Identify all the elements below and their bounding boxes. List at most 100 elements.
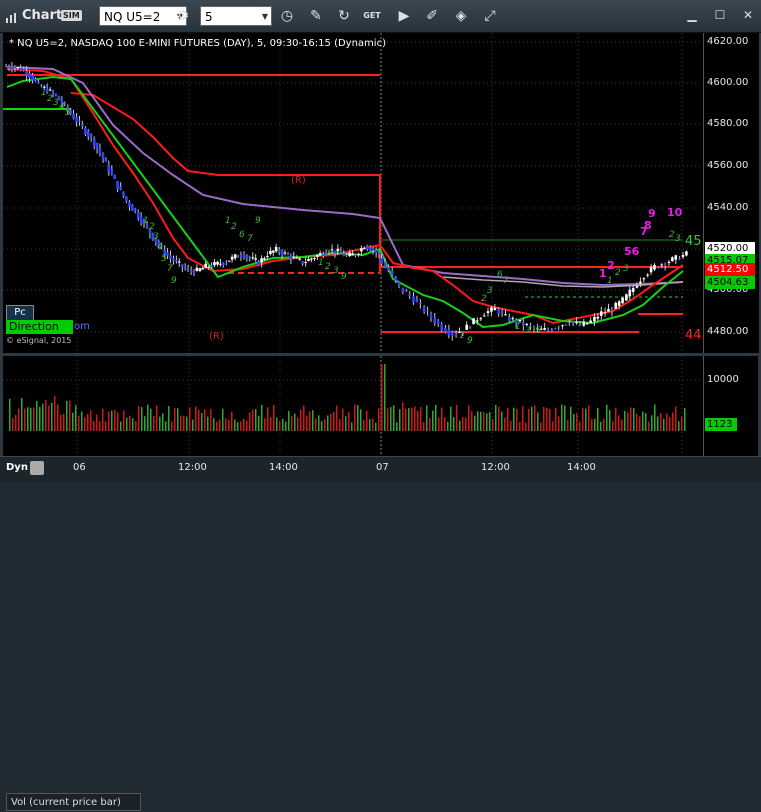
candle-body	[274, 246, 278, 252]
candle-body	[233, 254, 237, 259]
maximize-icon[interactable]: ☐	[711, 6, 729, 24]
time-tick-label: 14:00	[269, 462, 298, 473]
candle-body	[377, 252, 381, 255]
volume-bar	[453, 417, 455, 431]
candle-body	[479, 318, 483, 320]
volume-bar	[339, 419, 341, 431]
candle-body	[667, 261, 671, 263]
volume-bar	[510, 420, 512, 431]
candle-body	[313, 258, 316, 260]
price-chart: 12 3 45 1234579 126 79 1 2 39 6732 19 135 12 3…	[3, 33, 703, 353]
volume-bar	[285, 421, 287, 431]
interval-combo[interactable]: 5 ▼	[200, 6, 272, 26]
volume-pane[interactable]: Vol (current price bar)	[3, 356, 703, 811]
volume-bar	[288, 410, 290, 431]
volume-axis: 10000 1123	[703, 356, 759, 456]
candle-body	[653, 265, 656, 270]
svg-text:6: 6	[239, 230, 245, 240]
volume-bar	[444, 417, 446, 431]
marker-r: (R)	[291, 175, 306, 186]
volume-bar	[51, 402, 53, 431]
zoom-icon[interactable]	[30, 461, 44, 475]
candle-body	[342, 253, 346, 256]
price-tick-label: 4560.00	[707, 160, 749, 171]
pencil-icon[interactable]: ✎	[305, 5, 327, 27]
price-grid	[3, 41, 703, 333]
tag-icon[interactable]: ◈	[450, 5, 472, 27]
volume-bar	[552, 421, 554, 431]
volume-bar	[240, 421, 242, 431]
volume-bar	[210, 408, 212, 431]
svg-text:3: 3	[487, 286, 493, 296]
volume-bar	[420, 407, 422, 431]
svg-text:2: 2	[149, 222, 155, 232]
minimize-icon[interactable]: ▁	[683, 6, 701, 24]
price-tick-label: 4540.00	[707, 202, 749, 213]
volume-bar	[525, 422, 527, 431]
candle-body	[401, 287, 405, 292]
candle-body	[54, 94, 58, 96]
clock-icon[interactable]: ◷	[276, 5, 298, 27]
close-icon[interactable]: ✕	[739, 6, 757, 24]
play-icon[interactable]: ▶	[393, 5, 415, 27]
candle-body	[415, 299, 419, 302]
candle-body	[40, 85, 43, 87]
volume-bar	[639, 416, 641, 431]
candle-body	[476, 320, 479, 322]
svg-text:2: 2	[325, 262, 331, 272]
volume-bar	[330, 413, 332, 431]
dyn-label[interactable]: Dyn	[6, 462, 28, 473]
volume-bar	[573, 414, 575, 431]
svg-text:7: 7	[247, 234, 253, 244]
volume-bar	[306, 415, 308, 431]
candle-body	[447, 329, 451, 336]
candle-body	[201, 267, 205, 270]
volume-chart	[3, 356, 703, 456]
volume-bar	[225, 418, 227, 431]
volume-bar	[279, 421, 281, 431]
direction-ext-text: om	[74, 321, 90, 332]
price-pane[interactable]: 12345 1234579 12679 1239 6732 19 135 123…	[3, 33, 703, 353]
copyright-text: © eSignal, 2015	[6, 336, 72, 345]
candle-body	[394, 276, 397, 281]
volume-bar	[537, 412, 539, 431]
edit-icon[interactable]: ✐	[421, 5, 443, 27]
volume-bar	[600, 421, 602, 431]
candle-body	[354, 254, 357, 256]
volume-bar	[333, 411, 335, 431]
volume-bar	[519, 422, 521, 431]
volume-bar	[195, 406, 197, 431]
volume-bar	[456, 404, 458, 431]
volume-bar	[657, 416, 659, 431]
svg-text:4: 4	[157, 242, 163, 252]
refresh-icon[interactable]: ↻	[333, 5, 355, 27]
price-axis[interactable]: 4620.00 4600.00 4580.00 4560.00 4540.00 …	[703, 33, 759, 353]
volume-bar	[612, 421, 614, 431]
volume-bar	[540, 422, 542, 431]
pc-button[interactable]: Pc	[6, 305, 34, 321]
side-label-44: 44	[685, 328, 702, 343]
time-axis[interactable]: Dyn 06 12:00 14:00 07 12:00 14:00	[0, 456, 761, 482]
direction-label[interactable]: Direction	[6, 320, 73, 334]
volume-bar	[153, 415, 155, 431]
get-icon[interactable]: GET	[361, 5, 383, 27]
volume-bar	[528, 408, 530, 431]
expand-icon[interactable]: ⤢	[479, 5, 501, 27]
candle-body	[454, 334, 458, 336]
candle-body	[81, 124, 84, 127]
candle-body	[426, 310, 429, 312]
volume-bar	[114, 409, 116, 431]
candle-body	[486, 311, 490, 313]
candle-body	[550, 329, 554, 331]
volume-bar	[507, 407, 509, 431]
volume-bar	[480, 411, 482, 431]
gear-icon[interactable]: ⚙	[172, 5, 194, 27]
candle-body	[133, 208, 137, 212]
volume-bar	[609, 410, 611, 431]
volume-bar	[102, 408, 104, 431]
volume-bar	[162, 413, 164, 431]
volume-bar	[135, 421, 137, 431]
candle-body	[546, 329, 550, 331]
svg-text:9: 9	[171, 276, 177, 286]
candle-body	[493, 307, 497, 311]
